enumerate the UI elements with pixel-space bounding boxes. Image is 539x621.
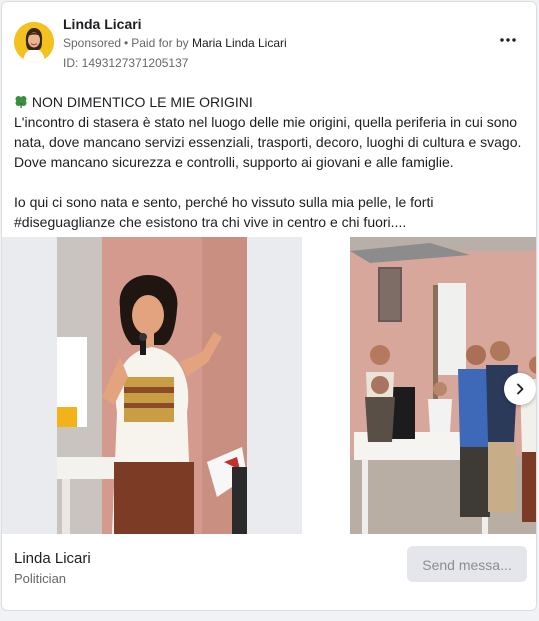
post-body: NON DIMENTICO LE MIE ORIGINI L'incontro … — [14, 92, 524, 232]
paid-for-name[interactable]: Maria Linda Licari — [192, 36, 287, 50]
more-dots-icon[interactable] — [496, 28, 520, 52]
ad-card: Linda Licari Sponsored • Paid for by Maria… — [1, 1, 537, 611]
paid-for-prefix: Paid for by — [131, 36, 189, 50]
separator-dot: • — [124, 36, 129, 50]
ad-id: ID: 1493127371205137 — [63, 56, 189, 70]
carousel-slide-1[interactable] — [2, 237, 302, 534]
photo-audience — [310, 237, 536, 534]
chevron-right-icon — [517, 383, 524, 395]
send-message-button[interactable]: Send messa... — [407, 546, 527, 582]
carousel-slide-2[interactable] — [310, 237, 536, 534]
avatar[interactable] — [14, 22, 54, 62]
image-carousel[interactable] — [2, 237, 536, 534]
footer-category: Politician — [14, 571, 67, 586]
headline: NON DIMENTICO LE MIE ORIGINI — [14, 92, 524, 112]
footer-page-name[interactable]: Linda Licari — [14, 550, 91, 567]
clover-icon — [14, 94, 32, 110]
paragraph-2[interactable]: Io qui ci sono nata e sento, perché ho v… — [14, 192, 524, 232]
paragraph-1: L'incontro di stasera è stato nel luogo … — [14, 114, 522, 170]
carousel-next-button[interactable] — [504, 373, 536, 405]
page-name[interactable]: Linda Licari — [63, 16, 142, 32]
photo-speaker — [57, 237, 247, 534]
sponsored-meta: Sponsored • Paid for by Maria Linda Licari — [63, 36, 287, 50]
sponsored-label: Sponsored — [63, 36, 122, 50]
avatar-image — [14, 22, 54, 62]
headline-text: NON DIMENTICO LE MIE ORIGINI — [31, 94, 253, 110]
